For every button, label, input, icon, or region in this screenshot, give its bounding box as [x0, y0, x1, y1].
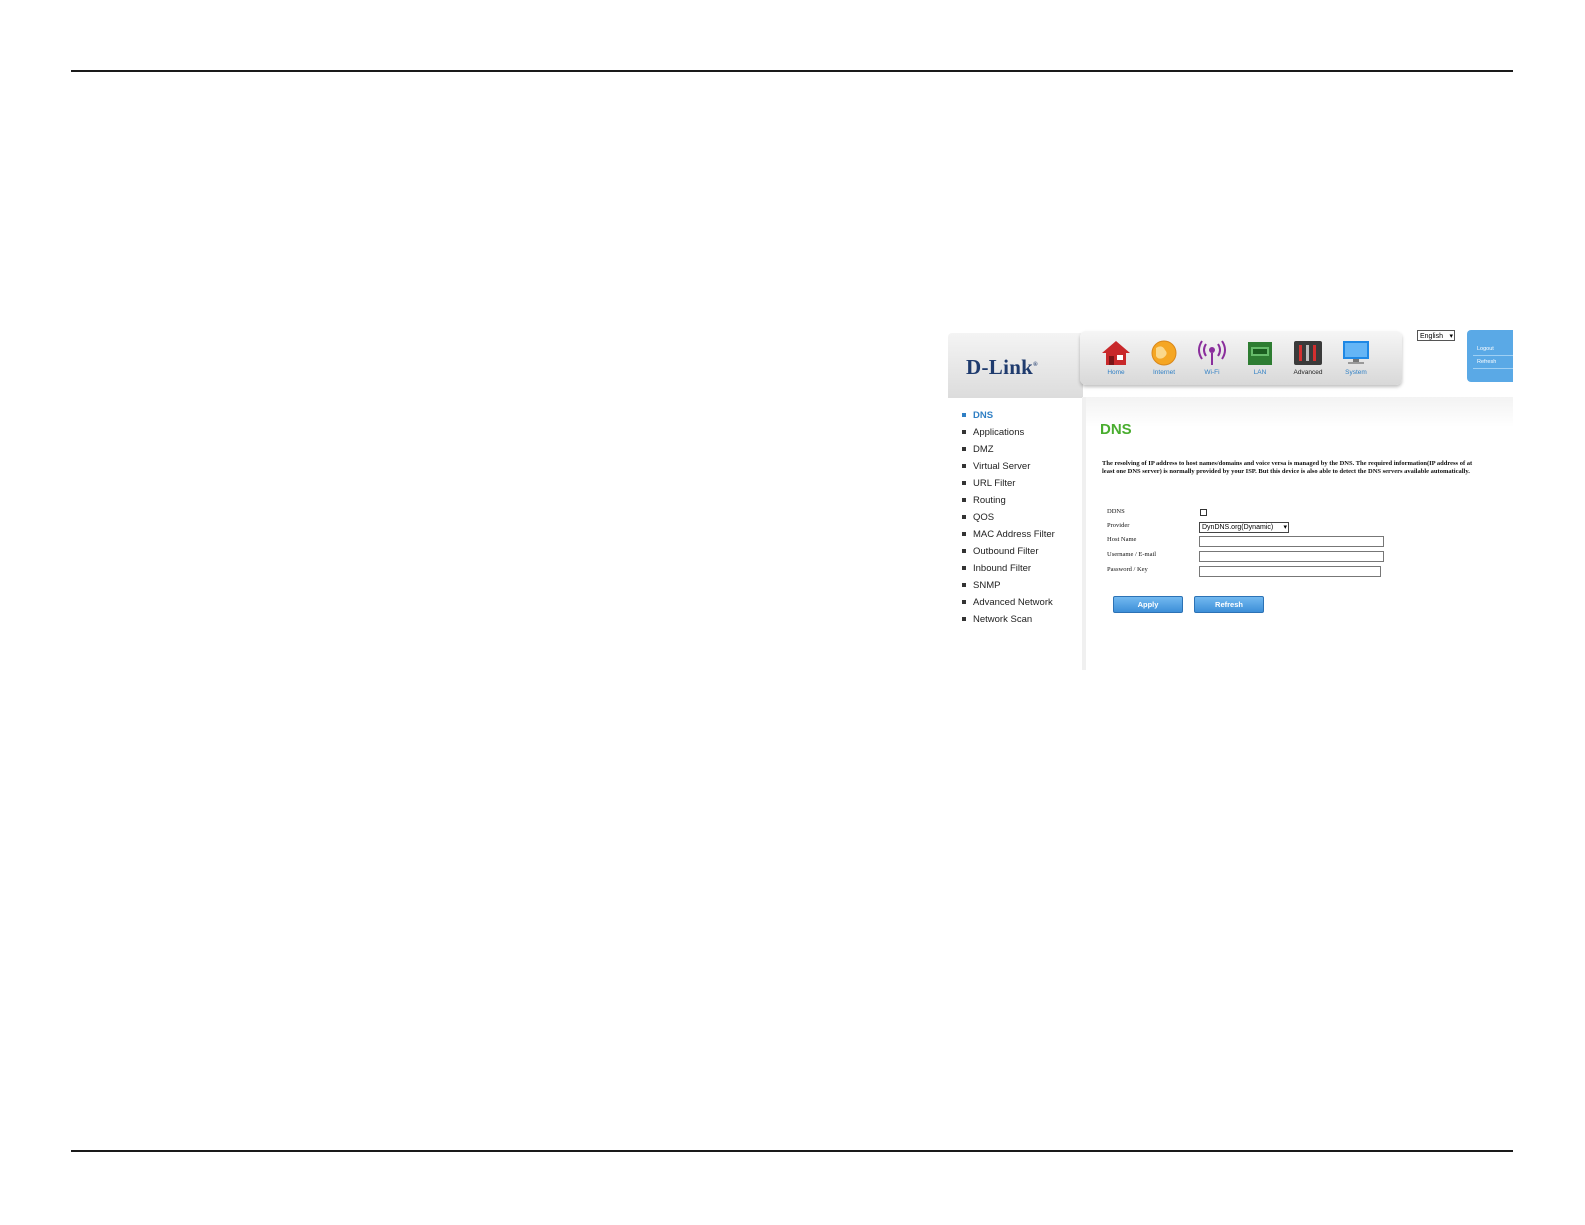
ddns-label: DDNS [1107, 508, 1125, 515]
nav-lan[interactable]: LAN [1238, 339, 1282, 376]
bullet-icon [962, 549, 966, 553]
top-nav: Home Internet Wi-Fi LAN Advanced System [1080, 331, 1402, 385]
sidebar: DNS Applications DMZ Virtual Server URL … [956, 407, 1076, 628]
bullet-icon [962, 413, 966, 417]
router-screenshot: D-Link® Home Internet Wi-Fi LAN Advanced… [948, 325, 1513, 670]
lan-icon [1248, 342, 1272, 365]
bullet-icon [962, 498, 966, 502]
refresh-button[interactable]: Refresh [1194, 596, 1264, 613]
refresh-link[interactable]: Refresh [1477, 359, 1496, 365]
main-content: DNS The resolving of IP address to host … [1082, 397, 1513, 670]
bullet-icon [962, 447, 966, 451]
sidebar-item-url-filter[interactable]: URL Filter [956, 475, 1076, 492]
sidebar-item-inbound-filter[interactable]: Inbound Filter [956, 560, 1076, 577]
language-select[interactable]: English ▾ [1417, 330, 1455, 341]
divider [1473, 368, 1513, 369]
sidebar-item-dns[interactable]: DNS [956, 407, 1076, 424]
page-title: DNS [1100, 421, 1132, 438]
divider [1473, 355, 1513, 356]
tools-icon [1294, 341, 1322, 365]
ddns-checkbox[interactable] [1200, 509, 1207, 516]
nav-label: Internet [1152, 369, 1176, 376]
nav-home[interactable]: Home [1094, 339, 1138, 376]
host-name-input[interactable] [1199, 536, 1384, 547]
nav-system[interactable]: System [1334, 339, 1378, 376]
chevron-down-icon: ▾ [1283, 524, 1287, 531]
chevron-down-icon: ▾ [1449, 333, 1453, 340]
sidebar-item-applications[interactable]: Applications [956, 424, 1076, 441]
password-label: Password / Key [1107, 566, 1148, 573]
bullet-icon [962, 481, 966, 485]
bullet-icon [962, 566, 966, 570]
provider-label: Provider [1107, 522, 1130, 529]
nav-label: Home [1107, 369, 1125, 376]
account-panel: Logout Refresh [1467, 330, 1513, 382]
bullet-icon [962, 600, 966, 604]
bullet-icon [962, 583, 966, 587]
sidebar-item-mac-address-filter[interactable]: MAC Address Filter [956, 526, 1076, 543]
wifi-icon [1198, 340, 1226, 365]
nav-advanced[interactable]: Advanced [1286, 339, 1330, 376]
username-label: Username / E-mail [1107, 551, 1157, 558]
host-name-label: Host Name [1107, 536, 1137, 543]
sidebar-item-virtual-server[interactable]: Virtual Server [956, 458, 1076, 475]
globe-icon [1151, 340, 1177, 366]
bullet-icon [962, 464, 966, 468]
nav-internet[interactable]: Internet [1142, 339, 1186, 376]
page-bottom-rule [71, 1150, 1513, 1152]
nav-label: System [1345, 369, 1367, 376]
sidebar-item-snmp[interactable]: SNMP [956, 577, 1076, 594]
sidebar-item-qos[interactable]: QOS [956, 509, 1076, 526]
page-top-rule [71, 70, 1513, 72]
nav-label: LAN [1253, 369, 1267, 376]
sidebar-item-routing[interactable]: Routing [956, 492, 1076, 509]
dlink-logo: D-Link® [966, 355, 1038, 379]
password-input[interactable] [1199, 566, 1381, 577]
bullet-icon [962, 430, 966, 434]
nav-wifi[interactable]: Wi-Fi [1190, 339, 1234, 376]
bullet-icon [962, 532, 966, 536]
sidebar-item-network-scan[interactable]: Network Scan [956, 611, 1076, 628]
home-icon [1102, 341, 1130, 365]
apply-button[interactable]: Apply [1113, 596, 1183, 613]
logout-link[interactable]: Logout [1477, 346, 1494, 352]
monitor-icon [1343, 341, 1369, 364]
sidebar-item-dmz[interactable]: DMZ [956, 441, 1076, 458]
sidebar-item-outbound-filter[interactable]: Outbound Filter [956, 543, 1076, 560]
bullet-icon [962, 617, 966, 621]
nav-label: Advanced [1293, 369, 1323, 376]
logo-panel: D-Link® [948, 333, 1083, 398]
username-input[interactable] [1199, 551, 1384, 562]
nav-label: Wi-Fi [1204, 369, 1220, 376]
page-description: The resolving of IP address to host name… [1102, 460, 1473, 475]
provider-select[interactable]: DynDNS.org(Dynamic) ▾ [1199, 522, 1289, 533]
sidebar-item-advanced-network[interactable]: Advanced Network [956, 594, 1076, 611]
bullet-icon [962, 515, 966, 519]
